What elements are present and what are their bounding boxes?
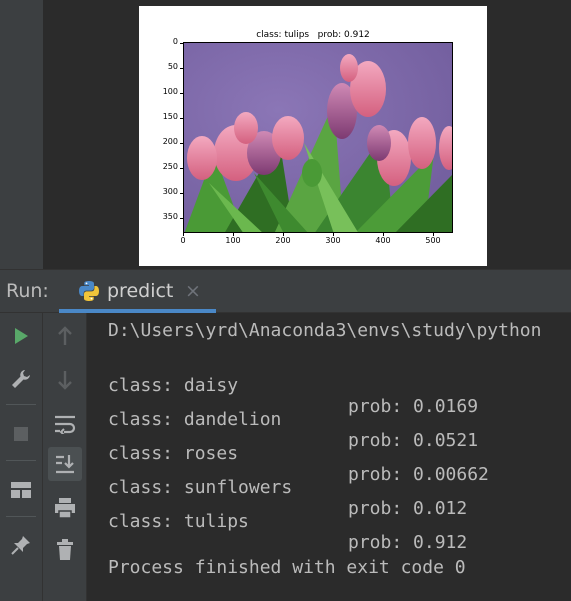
result-prob: prob: 0.0169 [348,396,479,417]
toolbar-separator [6,516,36,517]
y-tick-label: 0 [172,37,178,46]
restore-layout-button[interactable] [4,473,38,507]
scroll-to-end-icon [56,455,74,474]
run-toolbar-primary [0,313,43,601]
trash-icon [57,539,73,560]
result-prob: prob: 0.012 [348,498,468,519]
result-prob: prob: 0.00662 [348,464,489,485]
soft-wrap-button[interactable] [48,407,82,441]
y-tick-label: 200 [162,137,178,146]
modify-run-configuration-button[interactable] [4,362,38,396]
previous-occurrence-button[interactable] [48,319,82,353]
close-icon[interactable]: × [185,280,201,302]
x-tick-label: 300 [325,236,341,245]
run-toolbar-secondary [43,313,87,601]
down-arrow-icon [58,371,72,390]
stop-icon [14,427,28,441]
play-icon [15,328,28,344]
toolbar-separator [6,460,36,461]
y-tick-label: 100 [162,87,178,96]
plot-title: class: tulips prob: 0.912 [256,30,370,40]
result-prob: prob: 0.912 [348,532,468,553]
y-tick-mark [180,68,183,69]
x-tick-label: 500 [425,236,441,245]
result-prob: prob: 0.0521 [348,430,479,451]
tab-label: predict [107,280,174,302]
y-tick-mark [180,218,183,219]
wrench-icon [12,370,30,388]
y-tick-label: 300 [162,187,178,196]
left-gutter [0,0,44,269]
pin-tab-button[interactable] [4,528,38,562]
x-tick-label: 0 [180,236,186,245]
y-tick-label: 250 [162,162,178,171]
toolbar-separator [6,404,36,405]
x-tick-label: 200 [275,236,291,245]
stop-button[interactable] [4,417,38,451]
y-tick-mark [180,93,183,94]
matplotlib-figure: class: tulips prob: 0.912 0 50 100 150 2… [139,6,487,266]
next-occurrence-button[interactable] [48,363,82,397]
print-button[interactable] [48,491,82,525]
layout-icon [11,482,31,498]
console-command-line: D:\Users\yrd\Anaconda3\envs\study\python [108,320,542,341]
y-tick-mark [180,143,183,144]
print-icon [55,498,75,519]
console-output[interactable]: D:\Users\yrd\Anaconda3\envs\study\python… [87,313,571,601]
run-tool-window-header: Run: predict × [0,269,571,313]
clear-all-button[interactable] [48,533,82,567]
y-tick-mark [180,118,183,119]
up-arrow-icon [58,326,72,345]
y-tick-label: 50 [167,62,178,71]
x-tick-label: 400 [375,236,391,245]
tab-predict[interactable]: predict × [59,270,216,313]
y-tick-label: 150 [162,112,178,121]
soft-wrap-icon [55,415,76,434]
process-exit-message: Process finished with exit code 0 [108,557,466,578]
scroll-to-end-button[interactable] [48,447,82,481]
y-tick-mark [180,43,183,44]
run-label: Run: [6,280,49,302]
y-tick-label: 350 [162,212,178,221]
pin-icon [11,536,30,555]
y-tick-mark [180,168,183,169]
x-tick-label: 100 [225,236,241,245]
y-tick-mark [180,193,183,194]
tulip-image [183,42,453,233]
python-icon [78,280,100,302]
rerun-button[interactable] [4,319,38,353]
result-class: class: tulips [108,511,249,532]
